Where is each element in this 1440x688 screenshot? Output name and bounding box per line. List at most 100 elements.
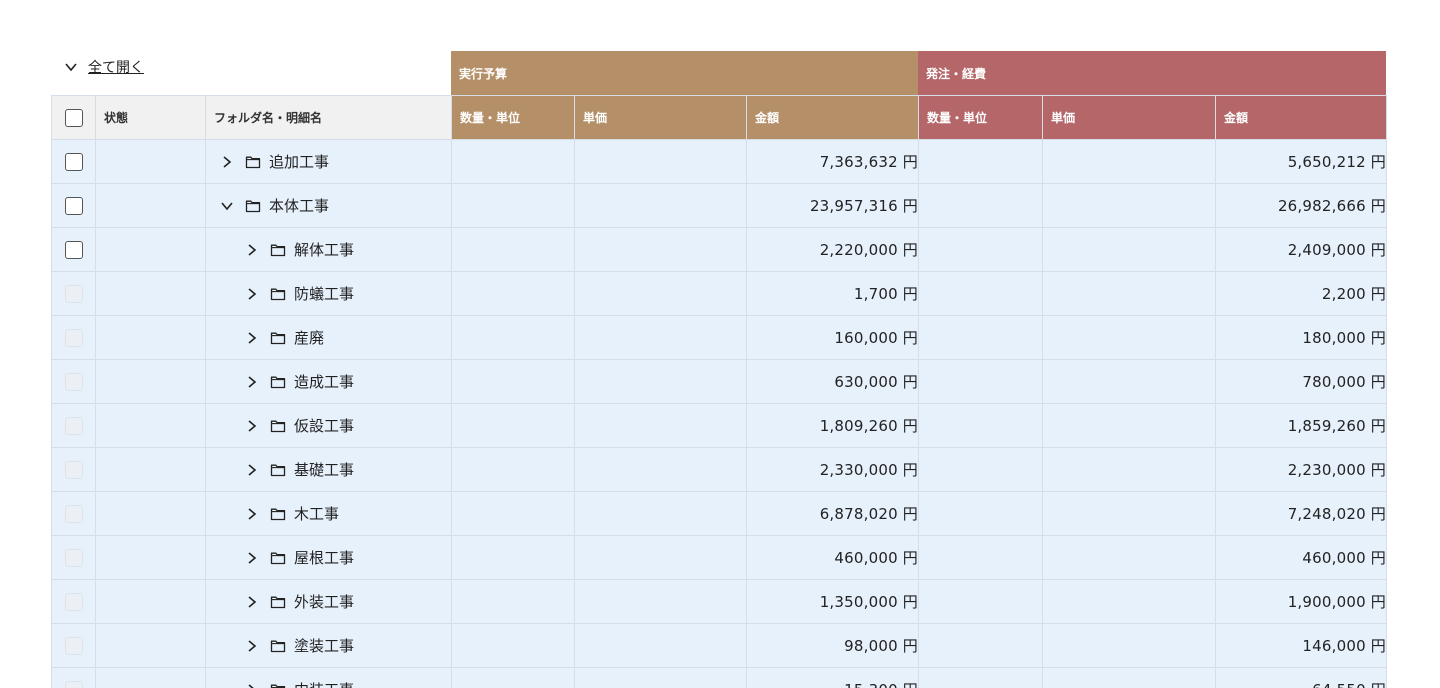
order-amount-cell: 7,248,020 円	[1215, 491, 1387, 536]
status-cell	[95, 359, 206, 404]
chevron-right-icon[interactable]	[245, 683, 259, 688]
table-row[interactable]: 解体工事 2,220,000 円 2,409,000 円	[51, 227, 1387, 272]
table-row[interactable]: 屋根工事 460,000 円 460,000 円	[51, 535, 1387, 580]
folder-name[interactable]: 木工事	[294, 503, 339, 524]
status-cell	[95, 579, 206, 624]
chevron-down-icon[interactable]	[220, 199, 234, 213]
chevron-right-icon[interactable]	[245, 551, 259, 565]
chevron-right-icon[interactable]	[245, 463, 259, 477]
folder-name[interactable]: 屋根工事	[294, 547, 354, 568]
folder-name[interactable]: 産廃	[294, 327, 324, 348]
status-cell	[95, 667, 206, 688]
budget-price-cell	[574, 623, 747, 668]
select-all-checkbox[interactable]	[65, 108, 83, 127]
order-amount-cell: 2,409,000 円	[1215, 227, 1387, 272]
name-cell: 解体工事	[205, 227, 452, 272]
col-order-price[interactable]: 単価	[1042, 95, 1216, 140]
folder-icon	[270, 508, 286, 520]
budget-amount-cell: 1,350,000 円	[746, 579, 919, 624]
budget-price-cell	[574, 447, 747, 492]
order-amount-cell: 460,000 円	[1215, 535, 1387, 580]
order-price-cell	[1042, 271, 1216, 316]
name-cell: 造成工事	[205, 359, 452, 404]
chevron-right-icon[interactable]	[245, 595, 259, 609]
chevron-right-icon[interactable]	[245, 331, 259, 345]
order-qty-cell	[918, 579, 1043, 624]
row-checkbox	[65, 504, 83, 523]
folder-icon	[270, 596, 286, 608]
chevron-right-icon[interactable]	[245, 243, 259, 257]
table-row[interactable]: 防蟻工事 1,700 円 2,200 円	[51, 271, 1387, 316]
folder-name[interactable]: 塗装工事	[294, 635, 354, 656]
row-select-cell	[51, 623, 96, 668]
chevron-right-icon[interactable]	[245, 375, 259, 389]
chevron-right-icon[interactable]	[220, 155, 234, 169]
name-cell: 屋根工事	[205, 535, 452, 580]
order-amount-cell: 2,200 円	[1215, 271, 1387, 316]
name-cell: 本体工事	[205, 183, 452, 228]
row-checkbox[interactable]	[65, 196, 83, 215]
chevron-right-icon[interactable]	[245, 287, 259, 301]
budget-qty-cell	[451, 183, 575, 228]
row-checkbox	[65, 548, 83, 567]
row-checkbox	[65, 460, 83, 479]
table-row[interactable]: 基礎工事 2,330,000 円 2,230,000 円	[51, 447, 1387, 492]
name-cell: 仮設工事	[205, 403, 452, 448]
table-row[interactable]: 追加工事 7,363,632 円 5,650,212 円	[51, 139, 1387, 184]
row-select-cell	[51, 359, 96, 404]
col-budget-qty[interactable]: 数量・単位	[451, 95, 575, 140]
table-row[interactable]: 造成工事 630,000 円 780,000 円	[51, 359, 1387, 404]
table-row[interactable]: 内装工事 15,300 円 64,550 円	[51, 667, 1387, 688]
chevron-right-icon[interactable]	[245, 419, 259, 433]
row-checkbox[interactable]	[65, 240, 83, 259]
col-order-qty[interactable]: 数量・単位	[918, 95, 1043, 140]
budget-qty-cell	[451, 315, 575, 360]
row-select-cell	[51, 667, 96, 688]
status-cell	[95, 535, 206, 580]
row-checkbox	[65, 372, 83, 391]
folder-name[interactable]: 内装工事	[294, 679, 354, 688]
folder-name[interactable]: 本体工事	[269, 195, 329, 216]
budget-price-cell	[574, 491, 747, 536]
expand-all-link[interactable]: 全て開く	[64, 55, 144, 79]
table-row[interactable]: 木工事 6,878,020 円 7,248,020 円	[51, 491, 1387, 536]
table-row[interactable]: 塗装工事 98,000 円 146,000 円	[51, 623, 1387, 668]
folder-name[interactable]: 造成工事	[294, 371, 354, 392]
folder-icon	[270, 464, 286, 476]
folder-icon	[270, 376, 286, 388]
order-price-cell	[1042, 579, 1216, 624]
table-row[interactable]: 産廃 160,000 円 180,000 円	[51, 315, 1387, 360]
row-checkbox	[65, 636, 83, 655]
col-order-amount[interactable]: 金額	[1215, 95, 1387, 140]
order-amount-cell: 780,000 円	[1215, 359, 1387, 404]
folder-name[interactable]: 解体工事	[294, 239, 354, 260]
folder-name[interactable]: 防蟻工事	[294, 283, 354, 304]
col-budget-price[interactable]: 単価	[574, 95, 747, 140]
order-price-cell	[1042, 183, 1216, 228]
chevron-right-icon[interactable]	[245, 639, 259, 653]
table-row[interactable]: 仮設工事 1,809,260 円 1,859,260 円	[51, 403, 1387, 448]
row-checkbox	[65, 328, 83, 347]
order-qty-cell	[918, 623, 1043, 668]
order-qty-cell	[918, 227, 1043, 272]
name-cell: 防蟻工事	[205, 271, 452, 316]
budget-amount-cell: 7,363,632 円	[746, 139, 919, 184]
folder-icon	[270, 420, 286, 432]
col-status[interactable]: 状態	[95, 95, 206, 140]
folder-name[interactable]: 仮設工事	[294, 415, 354, 436]
folder-name[interactable]: 基礎工事	[294, 459, 354, 480]
group-header-budget: 実行予算	[451, 51, 918, 95]
row-checkbox[interactable]	[65, 152, 83, 171]
table-row[interactable]: 外装工事 1,350,000 円 1,900,000 円	[51, 579, 1387, 624]
chevron-right-icon[interactable]	[245, 507, 259, 521]
budget-price-cell	[574, 403, 747, 448]
folder-name[interactable]: 追加工事	[269, 151, 329, 172]
folder-name[interactable]: 外装工事	[294, 591, 354, 612]
table-row[interactable]: 本体工事 23,957,316 円 26,982,666 円	[51, 183, 1387, 228]
order-qty-cell	[918, 359, 1043, 404]
budget-qty-cell	[451, 491, 575, 536]
budget-qty-cell	[451, 359, 575, 404]
folder-icon	[270, 640, 286, 652]
col-budget-amount[interactable]: 金額	[746, 95, 919, 140]
col-name[interactable]: フォルダ名・明細名	[205, 95, 452, 140]
